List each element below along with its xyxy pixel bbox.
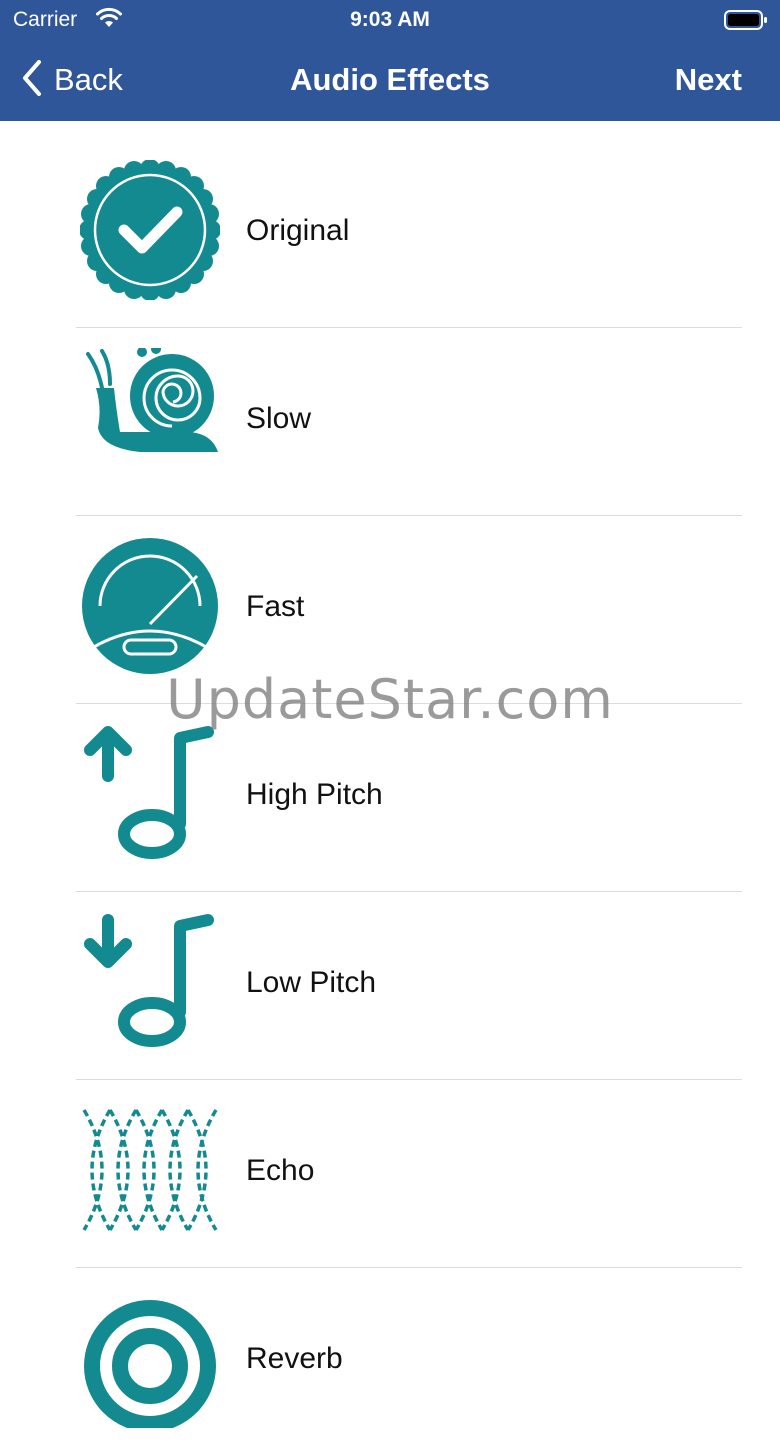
effect-label: Echo [246,1154,315,1187]
effect-row-slow[interactable]: Slow [0,328,780,516]
status-bar: Carrier 9:03 AM [0,0,780,40]
effect-label: Slow [246,402,312,435]
back-label: Back [54,62,123,97]
effect-row-high-pitch[interactable]: High Pitch [0,704,780,892]
music-note-down-icon [80,912,220,1052]
effect-row-echo[interactable]: Echo [0,1080,780,1268]
checkmark-badge-icon [79,159,221,301]
navigation-bar: Back Audio Effects Next [0,40,780,121]
chevron-left-icon [22,59,42,101]
battery-icon [724,9,768,37]
effect-label: High Pitch [246,778,383,811]
effect-label: Reverb [246,1342,343,1375]
effect-row-low-pitch[interactable]: Low Pitch [0,892,780,1080]
snail-icon [80,344,220,488]
effect-label: Low Pitch [246,966,377,999]
next-button[interactable]: Next [675,62,742,98]
back-button[interactable]: Back [22,58,123,102]
top-bar: Carrier 9:03 AM Back Audio Effects Next [0,0,780,121]
effect-label: Fast [246,590,305,623]
status-time: 9:03 AM [350,8,430,31]
speedometer-icon [80,536,220,676]
effect-row-original[interactable]: Original [0,140,780,328]
music-note-up-icon [80,724,220,864]
effect-row-fast[interactable]: Fast [0,516,780,704]
effect-row-reverb[interactable]: Reverb [0,1268,780,1456]
effects-list: Original Slow Fast High Pitch Low Pitch … [0,140,780,1456]
reverb-rings-icon [80,1288,220,1432]
effect-label: Original [246,214,350,247]
echo-waves-icon [80,1100,220,1240]
